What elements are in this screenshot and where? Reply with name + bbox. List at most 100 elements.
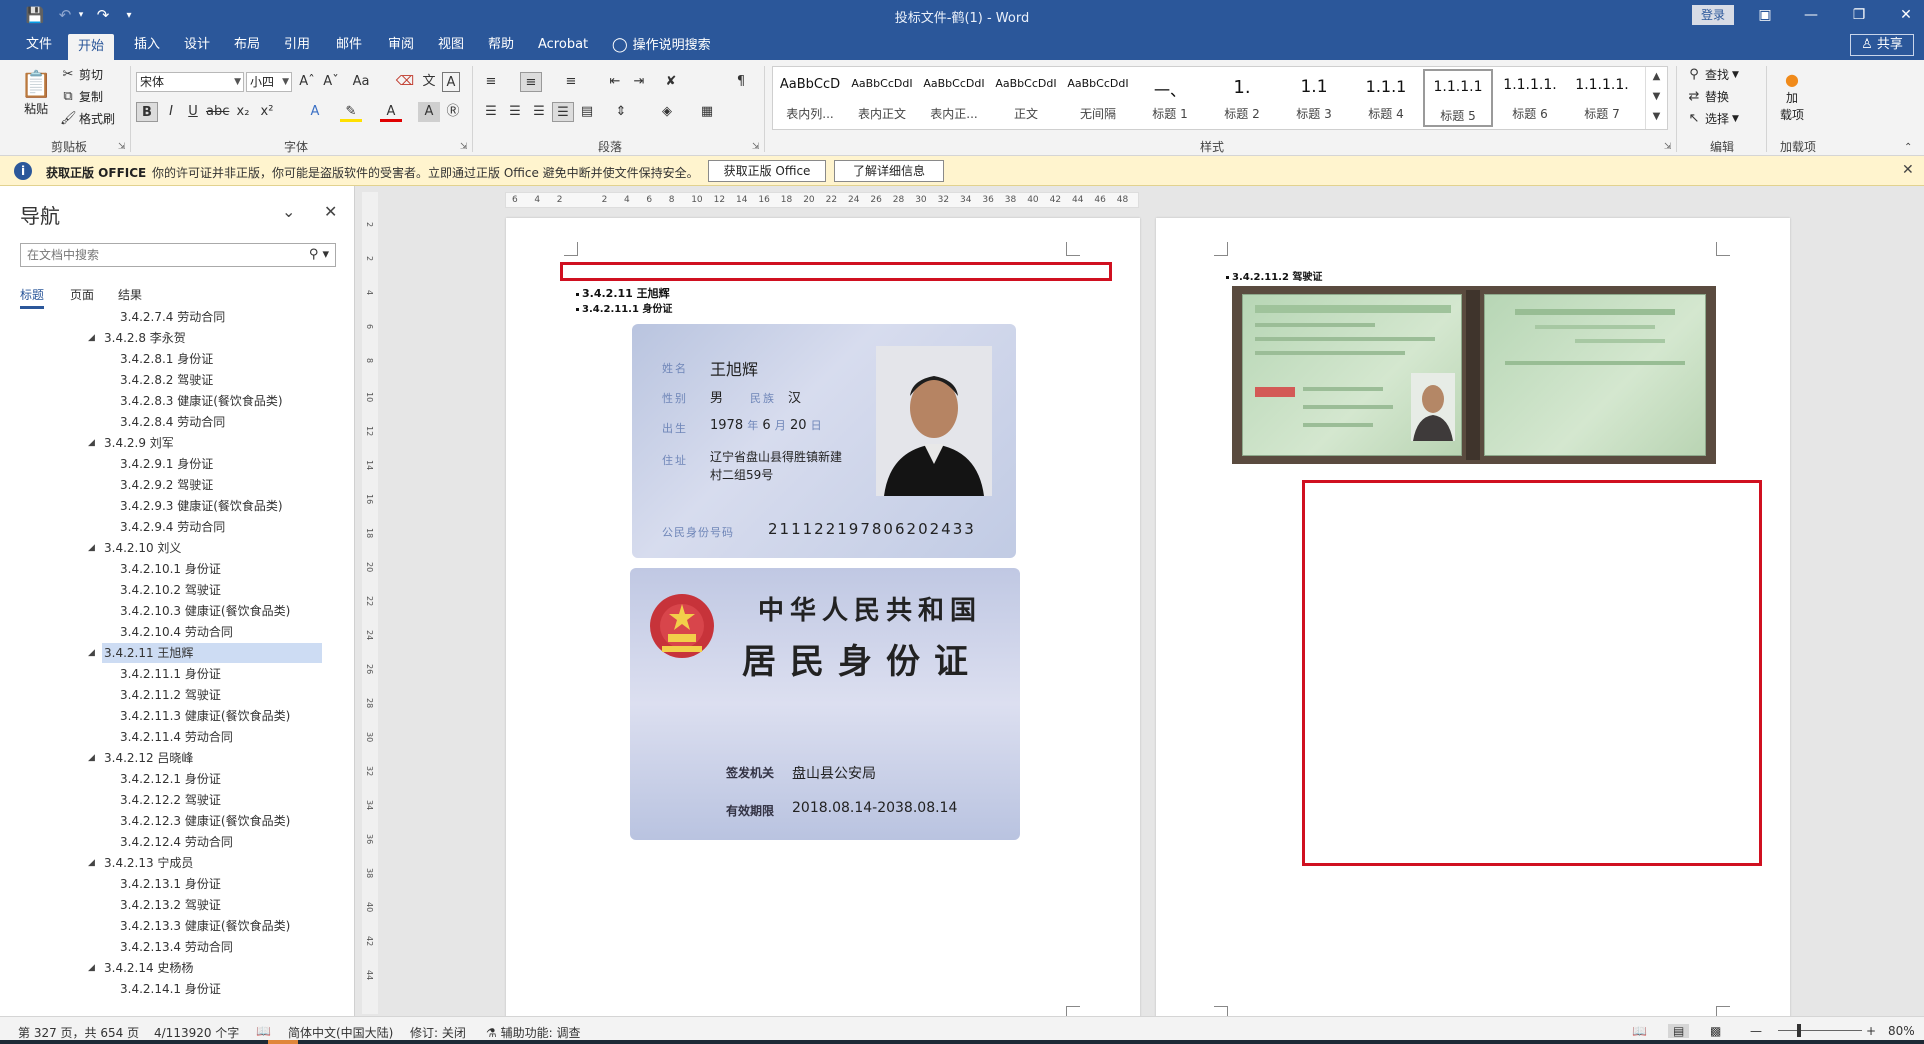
copy-button[interactable]: ⧉ 复制 <box>60 88 103 105</box>
align-center-icon[interactable]: ☰ <box>504 102 526 122</box>
shading-icon[interactable]: ◈ <box>656 102 678 122</box>
collapse-ribbon-icon[interactable]: ⌃ <box>1904 142 1912 153</box>
char-border-icon[interactable]: A <box>442 72 460 92</box>
minimize-icon[interactable]: — <box>1798 4 1824 26</box>
zoom-in-icon[interactable]: + <box>1866 1024 1876 1038</box>
nav-heading-item[interactable]: ◢ 3.4.2.10 刘义 <box>88 538 181 558</box>
style-item[interactable]: 1.1.1 标题 4 <box>1351 69 1421 127</box>
font-launcher-icon[interactable]: ⇲ <box>460 142 468 152</box>
style-item[interactable]: AaBbCcDdI 无间隔 <box>1063 69 1133 127</box>
nav-subheading-item[interactable]: 3.4.2.8.1 身份证 <box>118 349 213 369</box>
phonetic-guide-icon[interactable]: 文 <box>418 72 440 92</box>
nav-subheading-item[interactable]: 3.4.2.12.2 驾驶证 <box>118 790 221 810</box>
style-item-selected[interactable]: 1.1.1.1 标题 5 <box>1423 69 1493 127</box>
nav-heading-item[interactable]: ◢ 3.4.2.12 吕晓峰 <box>88 748 193 768</box>
nav-subheading-item[interactable]: 3.4.2.9.2 驾驶证 <box>118 475 213 495</box>
driver-license-image[interactable] <box>1232 286 1716 464</box>
nav-subheading-item[interactable]: 3.4.2.11.1 身份证 <box>118 664 221 684</box>
nav-subheading-item[interactable]: 3.4.2.8.3 健康证(餐饮食品类) <box>118 391 283 411</box>
clipboard-launcher-icon[interactable]: ⇲ <box>118 142 126 152</box>
tab-help[interactable]: 帮助 <box>484 30 518 60</box>
nav-subheading-item[interactable]: 3.4.2.13.1 身份证 <box>118 874 221 894</box>
nav-heading-item[interactable]: ◢ 3.4.2.11 王旭辉 <box>88 643 322 663</box>
nav-subheading-item[interactable]: 3.4.2.9.4 劳动合同 <box>118 517 225 537</box>
paragraph-launcher-icon[interactable]: ⇲ <box>752 142 760 152</box>
nav-heading-item[interactable]: ◢ 3.4.2.8 李永贺 <box>88 328 186 348</box>
borders-icon[interactable]: ▦ <box>696 102 718 122</box>
close-icon[interactable]: ✕ <box>1902 162 1914 178</box>
nav-heading-item[interactable]: ◢ 3.4.2.13 宁成员 <box>88 853 193 873</box>
numbering-icon[interactable]: ≡ <box>520 72 542 92</box>
proofing-icon[interactable]: 📖 <box>256 1024 271 1038</box>
collapse-triangle-icon[interactable]: ◢ <box>88 748 95 768</box>
tab-acrobat[interactable]: Acrobat <box>534 30 592 60</box>
zoom-slider-thumb[interactable] <box>1797 1024 1801 1037</box>
nav-tab-headings[interactable]: 标题 <box>20 286 45 309</box>
zoom-out-icon[interactable]: — <box>1750 1024 1762 1038</box>
show-marks-icon[interactable]: ¶ <box>730 72 752 92</box>
language[interactable]: 简体中文(中国大陆) <box>288 1024 393 1041</box>
decrease-indent-icon[interactable]: ⇤ <box>604 72 626 92</box>
tab-layout[interactable]: 布局 <box>230 30 264 60</box>
char-shading-icon[interactable]: A <box>418 102 440 122</box>
accessibility-status[interactable]: ⚗ 辅助功能: 调查 <box>486 1024 580 1041</box>
collapse-triangle-icon[interactable]: ◢ <box>88 328 95 348</box>
tab-design[interactable]: 设计 <box>180 30 214 60</box>
style-item[interactable]: 1.1.1.1. 标题 7 <box>1567 69 1637 127</box>
id-card-back-image[interactable]: 中华人民共和国 居民身份证 签发机关 盘山县公安局 有效期限 2018.08.1… <box>630 568 1020 840</box>
page-count[interactable]: 第 327 页，共 654 页 <box>18 1024 139 1041</box>
nav-subheading-item[interactable]: 3.4.2.11.2 驾驶证 <box>118 685 221 705</box>
find-button[interactable]: ⚲ 查找 ▼ <box>1686 66 1739 83</box>
font-color-icon[interactable]: A <box>380 102 402 122</box>
collapse-triangle-icon[interactable]: ◢ <box>88 958 95 978</box>
restore-icon[interactable]: ❐ <box>1846 4 1872 26</box>
nav-tab-pages[interactable]: 页面 <box>70 286 94 303</box>
document-page-2[interactable]: 3.4.2.11.2 驾驶证 <box>1156 218 1790 1018</box>
web-layout-icon[interactable]: ▩ <box>1710 1024 1721 1038</box>
bold-button[interactable]: B <box>136 102 158 122</box>
nav-subheading-item[interactable]: 3.4.2.9.1 身份证 <box>118 454 213 474</box>
change-case-icon[interactable]: Aa <box>350 72 372 92</box>
replace-button[interactable]: ⇄ 替换 <box>1686 88 1729 105</box>
font-size-combo[interactable]: 小四 ▼ <box>246 72 292 92</box>
nav-subheading-item[interactable]: 3.4.2.10.4 劳动合同 <box>118 622 233 642</box>
print-layout-icon[interactable]: ▤ <box>1668 1024 1690 1038</box>
tab-home[interactable]: 开始 <box>68 34 115 60</box>
line-spacing-icon[interactable]: ⇕ <box>610 102 632 122</box>
styles-launcher-icon[interactable]: ⇲ <box>1664 142 1672 152</box>
bullets-icon[interactable]: ≡ <box>480 72 502 92</box>
select-button[interactable]: ↖ 选择 ▼ <box>1686 110 1739 127</box>
nav-subheading-item[interactable]: 3.4.2.7.4 劳动合同 <box>118 311 225 327</box>
tab-insert[interactable]: 插入 <box>130 30 164 60</box>
ribbon-display-options-icon[interactable]: ▣ <box>1752 4 1778 26</box>
tab-references[interactable]: 引用 <box>280 30 314 60</box>
enclose-char-icon[interactable]: Ⓡ <box>442 102 464 122</box>
style-item[interactable]: AaBbCcD 表内列... <box>775 69 845 127</box>
nav-subheading-item[interactable]: 3.4.2.11.4 劳动合同 <box>118 727 233 747</box>
id-card-front-image[interactable]: 姓名 王旭辉 性别 男 民族 汉 出生 1978 年 6 月 20 日 住址 辽… <box>632 324 1016 558</box>
zoom-level[interactable]: 80% <box>1888 1024 1915 1038</box>
nav-search-input[interactable]: 在文档中搜索 ⚲ ▾ <box>20 243 336 267</box>
tab-review[interactable]: 审阅 <box>384 30 418 60</box>
nav-subheading-item[interactable]: 3.4.2.8.2 驾驶证 <box>118 370 213 390</box>
nav-subheading-item[interactable]: 3.4.2.10.2 驾驶证 <box>118 580 221 600</box>
chevron-down-icon[interactable]: ⌄ <box>282 202 295 221</box>
nav-subheading-item[interactable]: 3.4.2.12.4 劳动合同 <box>118 832 233 852</box>
share-button[interactable]: ♙ 共享 <box>1850 34 1914 56</box>
chinese-layout-icon[interactable]: ✘ <box>660 72 682 92</box>
underline-button[interactable]: U <box>182 102 204 122</box>
login-button[interactable]: 登录 <box>1692 5 1734 25</box>
nav-subheading-item[interactable]: 3.4.2.14.1 身份证 <box>118 979 221 999</box>
nav-subheading-item[interactable]: 3.4.2.12.3 健康证(餐饮食品类) <box>118 811 290 831</box>
justify-icon[interactable]: ☰ <box>552 102 574 122</box>
grow-font-icon[interactable]: Aˆ <box>296 72 318 92</box>
superscript-button[interactable]: x² <box>256 102 278 122</box>
get-genuine-button[interactable]: 获取正版 Office <box>708 160 826 182</box>
strikethrough-button[interactable]: abc <box>206 102 229 122</box>
nav-tab-results[interactable]: 结果 <box>118 286 142 303</box>
style-item[interactable]: 1.1.1.1. 标题 6 <box>1495 69 1565 127</box>
style-item[interactable]: AaBbCcDdI 正文 <box>991 69 1061 127</box>
nav-subheading-item[interactable]: 3.4.2.11.3 健康证(餐饮食品类) <box>118 706 290 726</box>
style-item[interactable]: AaBbCcDdI 表内正... <box>919 69 989 127</box>
nav-subheading-item[interactable]: 3.4.2.13.2 驾驶证 <box>118 895 221 915</box>
